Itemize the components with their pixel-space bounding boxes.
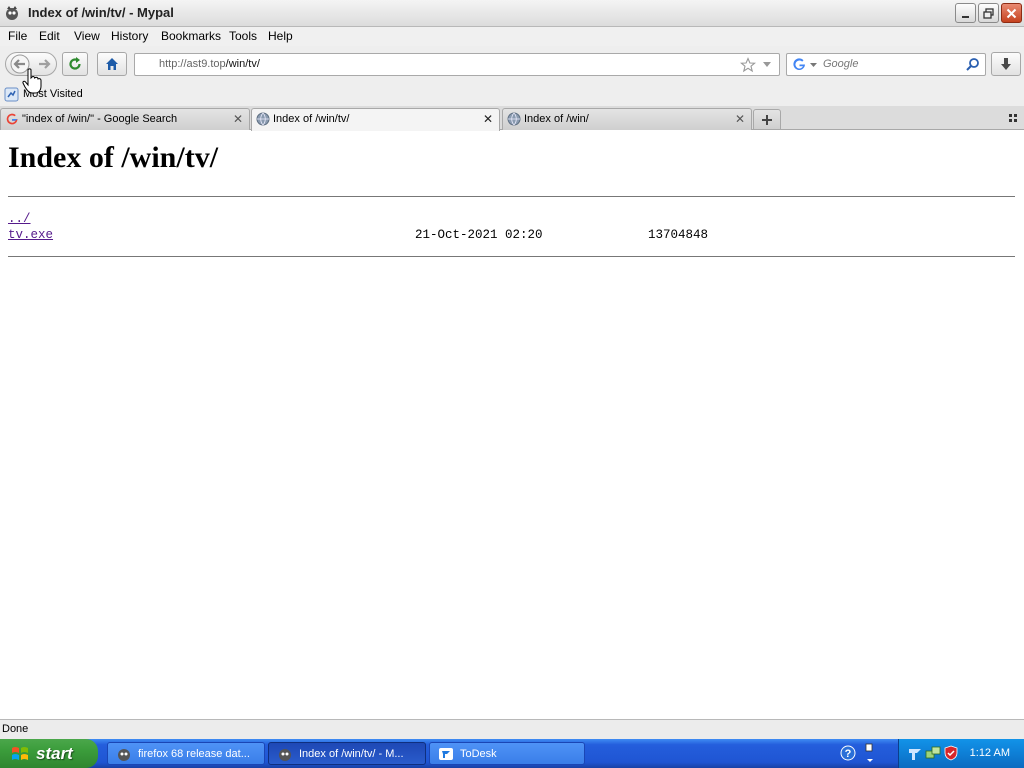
listing-row-file: tv.exe 21-Oct-2021 02:20 13704848 [8,228,1008,244]
window-title: Index of /win/tv/ - Mypal [28,5,174,20]
tab-close-icon[interactable]: ✕ [735,112,745,126]
taskbar-item-index-win-tv[interactable]: Index of /win/tv/ - M... [268,742,426,765]
file-date: 21-Oct-2021 02:20 [415,228,543,242]
parent-directory-link[interactable]: ../ [8,212,31,226]
plus-icon [762,114,772,125]
taskbar-item-label: ToDesk [460,747,497,760]
search-placeholder: Google [823,58,859,70]
reload-button[interactable] [62,52,88,76]
taskbar-item-todesk[interactable]: ToDesk [429,742,585,765]
tab-label: Index of /win/ [524,113,589,125]
page-heading: Index of /win/tv/ [8,141,219,174]
listing-row-parent: ../ [8,212,1008,228]
tab-index-win-tv[interactable]: Index of /win/tv/ ✕ [251,108,500,131]
menu-view[interactable]: View [74,29,100,43]
mypal-app-icon [279,748,291,761]
restore-icon [983,7,994,19]
home-icon [106,58,118,70]
status-bar: Done [0,719,1024,739]
svg-text:?: ? [845,748,852,760]
navigation-toolbar: http://ast9.top/win/tv/ Google [0,46,1024,84]
network-tray-icon[interactable] [925,745,941,761]
bottom-divider [8,256,1015,257]
download-arrow-icon [1001,58,1011,70]
search-bar[interactable]: Google [786,53,986,76]
globe-icon [507,112,521,126]
restore-button[interactable] [978,3,999,23]
system-tray: 1:12 AM [898,739,1024,768]
language-bar-icon[interactable] [864,743,876,765]
file-link[interactable]: tv.exe [8,228,53,242]
engine-dropdown-icon[interactable] [810,63,817,68]
url-text: http://ast9.top/win/tv/ [159,58,260,70]
list-all-tabs-icon[interactable] [1008,113,1019,124]
url-dropdown-icon[interactable] [762,61,772,69]
menu-help[interactable]: Help [268,29,293,43]
new-tab-button[interactable] [753,109,781,130]
tab-label: "index of /win/" - Google Search [22,113,178,125]
google-search-engine-icon[interactable] [792,57,807,72]
page-content: Index of /win/tv/ ../ tv.exe 21-Oct-2021… [0,131,1024,718]
home-button[interactable] [97,52,127,76]
taskbar: start firefox 68 release dat... Index of… [0,739,1024,768]
top-divider [8,196,1015,197]
bookmark-star-icon[interactable] [740,57,756,73]
most-visited-icon [4,87,19,102]
tab-close-icon[interactable]: ✕ [483,112,493,126]
taskbar-item-firefox[interactable]: firefox 68 release dat... [107,742,265,765]
start-label: start [36,743,73,763]
start-button[interactable]: start [0,739,98,768]
menu-edit[interactable]: Edit [39,29,60,43]
taskbar-item-label: firefox 68 release dat... [138,747,250,760]
close-window-button[interactable] [1001,3,1022,23]
minimize-icon [962,15,969,18]
tab-google-search[interactable]: "index of /win/" - Google Search ✕ [0,108,250,130]
close-icon [1006,8,1017,18]
tab-close-icon[interactable]: ✕ [233,112,243,126]
menu-bookmarks[interactable]: Bookmarks [161,29,221,43]
menu-tools[interactable]: Tools [229,29,257,43]
status-text: Done [2,723,29,735]
globe-icon [256,112,270,126]
mypal-app-icon [118,748,130,761]
clock[interactable]: 1:12 AM [970,747,1010,759]
menu-bar: File Edit View History Bookmarks Tools H… [0,27,1024,46]
title-bar: Index of /win/tv/ - Mypal [0,0,1024,27]
tab-index-win[interactable]: Index of /win/ ✕ [502,108,752,130]
mouse-hand-cursor-icon [22,68,42,94]
security-shield-icon[interactable] [943,745,959,761]
tab-strip: "index of /win/" - Google Search ✕ Index… [0,106,1024,131]
reload-icon [69,57,81,70]
todesk-tray-icon[interactable] [907,746,923,762]
tab-label: Index of /win/tv/ [273,113,350,125]
windows-logo-icon [12,746,28,760]
google-icon [6,113,18,125]
taskbar-item-label: Index of /win/tv/ - M... [299,747,404,760]
help-icon[interactable]: ? [840,745,856,761]
todesk-icon [439,747,453,760]
search-icon[interactable] [965,57,980,72]
minimize-button[interactable] [955,3,976,23]
file-size: 13704848 [648,228,709,242]
bookmarks-toolbar: Most Visited [0,68,1024,106]
menu-history[interactable]: History [111,29,148,43]
menu-file[interactable]: File [8,29,27,43]
downloads-button[interactable] [991,52,1021,76]
address-bar[interactable]: http://ast9.top/win/tv/ [134,53,780,76]
mypal-app-icon [6,6,18,20]
